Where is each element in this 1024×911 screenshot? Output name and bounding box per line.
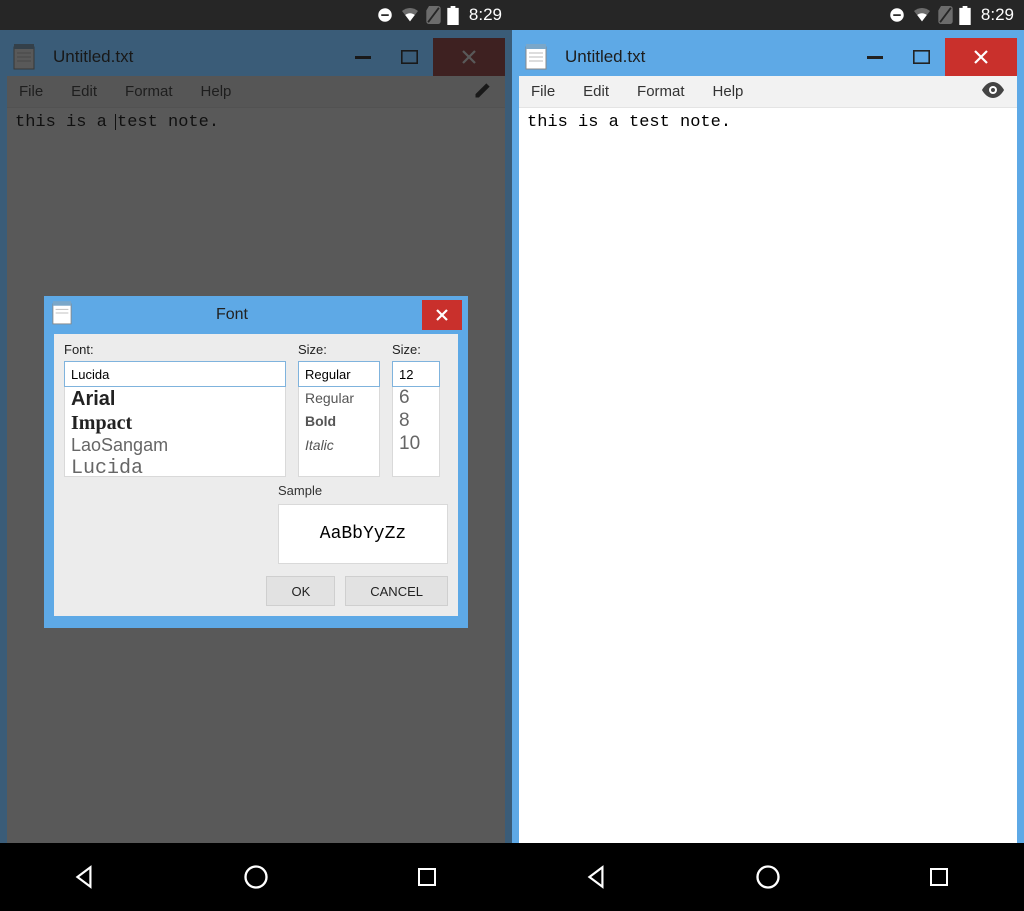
nav-home-button[interactable] — [236, 857, 276, 897]
style-option[interactable]: Italic — [299, 434, 379, 457]
nav-recent-button[interactable] — [919, 857, 959, 897]
dnd-icon — [888, 6, 906, 24]
notepad-icon — [525, 44, 547, 70]
wifi-icon — [912, 7, 932, 23]
sim-icon — [426, 6, 441, 24]
size-input[interactable] — [392, 361, 440, 387]
menu-file[interactable]: File — [531, 83, 555, 100]
status-time: 8:29 — [469, 5, 502, 25]
size-option[interactable]: 6 — [393, 387, 439, 410]
style-option[interactable]: Bold — [299, 410, 379, 433]
nav-back-button[interactable] — [65, 857, 105, 897]
wifi-icon — [400, 7, 420, 23]
text-editor[interactable]: this is a test note. — [519, 108, 1017, 843]
sample-label: Sample — [278, 483, 448, 498]
nav-bar — [512, 843, 1024, 911]
font-option[interactable]: Arial — [65, 387, 285, 411]
style-label: Size: — [298, 342, 380, 357]
phone-left: 8:29 Untitled.txt File Edit — [0, 0, 512, 911]
menu-format[interactable]: Format — [637, 83, 685, 100]
font-option[interactable]: Lucida — [65, 457, 285, 477]
style-list[interactable]: Regular Bold Italic — [298, 387, 380, 477]
cancel-button[interactable]: CANCEL — [345, 576, 448, 606]
status-bar: 8:29 — [0, 0, 512, 30]
font-option[interactable]: Impact — [65, 411, 285, 435]
size-list[interactable]: 6 8 10 — [392, 387, 440, 477]
font-option[interactable]: LaoSangam — [65, 435, 285, 457]
nav-home-button[interactable] — [748, 857, 788, 897]
font-list[interactable]: Arial Impact LaoSangam Lucida — [64, 387, 286, 477]
battery-icon — [959, 6, 971, 25]
title-bar: Untitled.txt — [519, 38, 1017, 76]
size-option[interactable]: 10 — [393, 433, 439, 456]
dialog-close-button[interactable] — [422, 300, 462, 330]
window-title: Untitled.txt — [565, 47, 841, 67]
nav-bar — [0, 843, 512, 911]
nav-recent-button[interactable] — [407, 857, 447, 897]
dnd-icon — [376, 6, 394, 24]
size-option[interactable]: 8 — [393, 410, 439, 433]
sample-preview: AaBbYyZz — [278, 504, 448, 564]
nav-back-button[interactable] — [577, 857, 617, 897]
notepad-window: Untitled.txt File Edit Format Help this … — [512, 30, 1024, 843]
menu-help[interactable]: Help — [713, 83, 744, 100]
phone-right: 8:29 Untitled.txt File Edit Format Help — [512, 0, 1024, 911]
menu-bar: File Edit Format Help — [519, 76, 1017, 108]
font-input[interactable] — [64, 361, 286, 387]
status-bar: 8:29 — [512, 0, 1024, 30]
font-dialog: Font Font: Arial Impact LaoSang — [44, 296, 468, 628]
size-label: Size: — [392, 342, 440, 357]
editor-content: this is a test note. — [527, 113, 731, 132]
style-input[interactable] — [298, 361, 380, 387]
minimize-button[interactable] — [851, 38, 898, 76]
sim-icon — [938, 6, 953, 24]
font-label: Font: — [64, 342, 286, 357]
close-button[interactable] — [945, 38, 1017, 76]
battery-icon — [447, 6, 459, 25]
maximize-button[interactable] — [898, 38, 945, 76]
status-time: 8:29 — [981, 5, 1014, 25]
menu-edit[interactable]: Edit — [583, 83, 609, 100]
dialog-title: Font — [42, 306, 422, 324]
eye-icon[interactable] — [981, 82, 1005, 102]
ok-button[interactable]: OK — [266, 576, 335, 606]
style-option[interactable]: Regular — [299, 387, 379, 410]
